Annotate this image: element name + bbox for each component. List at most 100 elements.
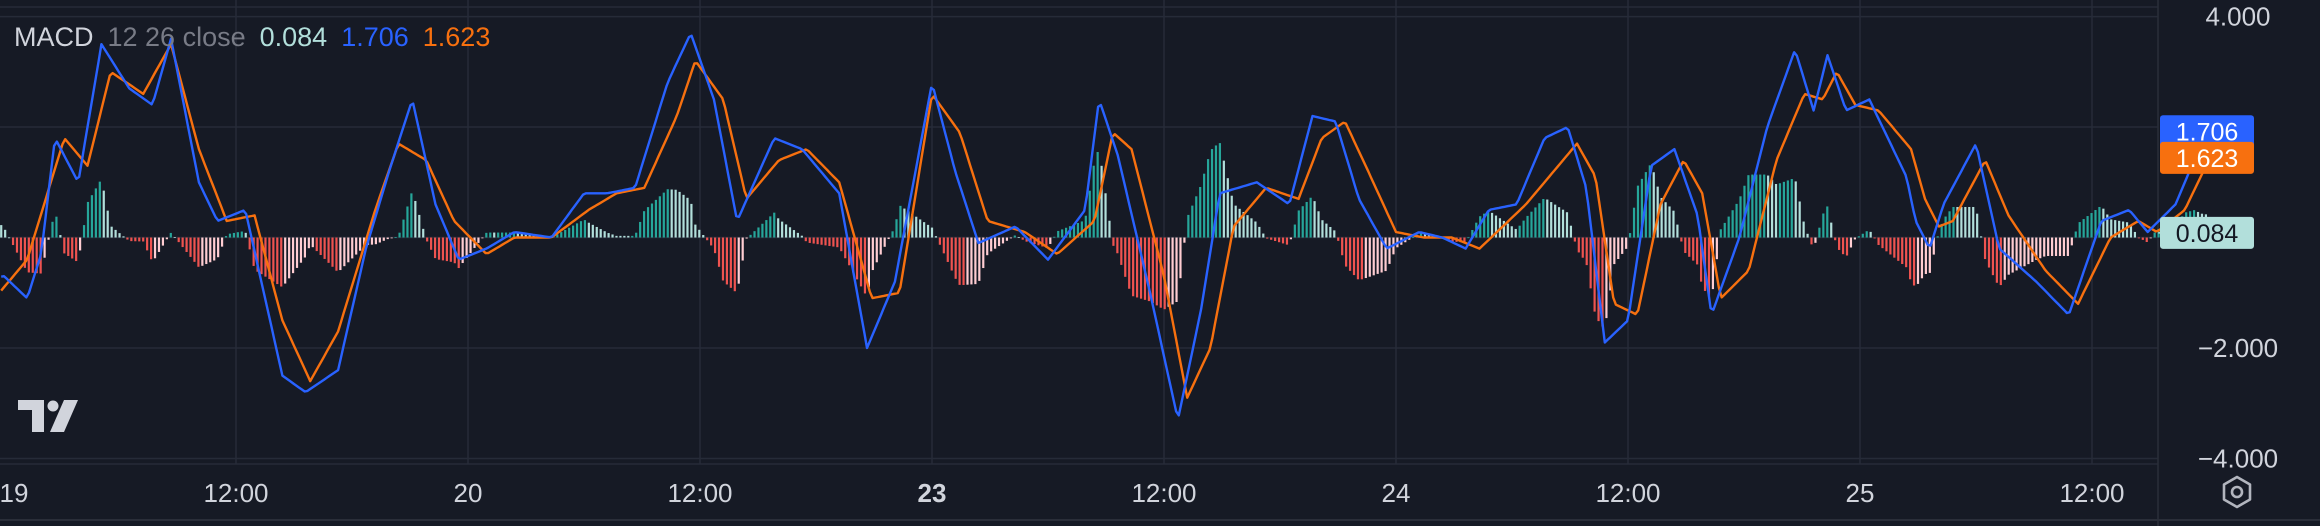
histogram-bar <box>122 236 125 238</box>
histogram-bar <box>919 219 922 238</box>
histogram-bar <box>568 227 571 238</box>
y-tick-label: −4.000 <box>2198 443 2278 473</box>
histogram-bar <box>1001 237 1005 244</box>
histogram-bar <box>2047 237 2050 256</box>
histogram-bar <box>1412 237 1415 239</box>
histogram-bar <box>165 237 168 240</box>
histogram-bar <box>753 231 756 238</box>
histogram-bar <box>1802 221 1805 238</box>
x-tick-label: 20 <box>454 478 483 508</box>
histogram-bar <box>1991 237 1995 276</box>
histogram-bar <box>1262 233 1265 238</box>
histogram-bar <box>2129 225 2133 238</box>
histogram-bar <box>1565 212 1569 238</box>
histogram-bar <box>1794 181 1797 238</box>
histogram-bar <box>224 236 228 238</box>
histogram-bar <box>1526 215 1529 238</box>
histogram-bar <box>1798 201 1801 238</box>
histogram-bar <box>82 225 86 238</box>
histogram-bar <box>1305 201 1308 238</box>
x-tick-label: 12:00 <box>2059 478 2124 508</box>
histogram-bar <box>209 237 212 263</box>
histogram-bar <box>1920 237 1924 279</box>
histogram-bar <box>1581 237 1584 258</box>
histogram-bar <box>161 237 165 246</box>
histogram-bar <box>729 237 732 288</box>
histogram-bar <box>1356 237 1360 280</box>
histogram-bar <box>1195 196 1198 238</box>
histogram-bar <box>1790 179 1793 238</box>
histogram-bar <box>1510 226 1513 238</box>
histogram-bar <box>891 231 894 238</box>
histogram-bar <box>587 222 590 238</box>
histogram <box>0 143 2215 327</box>
macd-chart[interactable]: 4.000 −2.000 −4.000 19 12:00 20 12:00 23 12:00 2… <box>0 0 2320 526</box>
histogram-bar <box>962 237 965 285</box>
histogram-bar <box>1987 237 1991 268</box>
histogram-bar <box>189 237 192 257</box>
histogram-bar <box>717 237 721 267</box>
histogram-bar <box>1104 193 1107 238</box>
histogram-bar <box>288 237 291 279</box>
histogram-bar <box>1490 212 1494 238</box>
histogram-bar <box>867 237 870 288</box>
histogram-bar <box>1573 237 1576 242</box>
histogram-bar <box>828 237 831 246</box>
histogram-bar <box>1522 220 1525 238</box>
histogram-bar <box>1053 236 1056 238</box>
histogram-bar <box>197 237 200 267</box>
histogram-bar <box>915 216 918 238</box>
histogram-bar <box>1266 237 1269 239</box>
histogram-bar <box>2027 237 2030 265</box>
histogram-bar <box>1696 237 1699 265</box>
histogram-bar <box>1897 237 1900 261</box>
histogram-bar <box>1865 231 1868 238</box>
histogram-bar <box>2090 213 2093 238</box>
histogram-bar <box>1285 237 1289 245</box>
histogram-bar <box>2082 219 2085 238</box>
histogram-bar <box>1936 236 1939 238</box>
histogram-bar <box>1893 237 1896 258</box>
histogram-bar <box>181 237 184 248</box>
histogram-bar <box>1668 206 1671 238</box>
histogram-bar <box>1636 185 1640 238</box>
histogram-bar <box>126 237 129 240</box>
histogram-bar <box>1321 220 1324 238</box>
histogram-bar <box>1238 208 1241 238</box>
histogram-bar <box>1853 237 1856 240</box>
histogram-bar <box>591 224 594 238</box>
histogram-bar <box>406 206 409 238</box>
histogram-bar <box>217 237 220 258</box>
histogram-bar <box>4 229 7 238</box>
gear-icon[interactable] <box>2220 475 2254 514</box>
histogram-bar <box>1976 213 1979 238</box>
histogram-bar <box>1080 221 1083 238</box>
histogram-bar <box>1735 203 1738 238</box>
histogram-bar <box>445 237 448 262</box>
histogram-bar <box>94 188 97 238</box>
histogram-bar <box>2153 232 2156 238</box>
histogram-bar <box>1538 203 1541 238</box>
indicator-legend[interactable]: MACD 12 26 close 0.084 1.706 1.623 <box>14 22 490 53</box>
histogram-bar <box>1270 237 1273 240</box>
histogram-bar <box>662 192 665 238</box>
tradingview-logo-icon[interactable] <box>18 400 80 439</box>
histogram-bar <box>623 235 626 238</box>
histogram-bar <box>710 237 713 246</box>
histogram-bar <box>1112 237 1115 246</box>
histogram-bar <box>299 237 303 263</box>
histogram-bar <box>781 221 784 238</box>
histogram-bar <box>899 205 902 238</box>
histogram-bar <box>666 189 669 238</box>
histogram-bar <box>291 237 295 274</box>
histogram-bar <box>990 237 993 252</box>
histogram-bar <box>1246 215 1249 238</box>
histogram-bar <box>571 225 575 238</box>
histogram-bar <box>2137 237 2140 239</box>
histogram-bar <box>832 237 835 247</box>
price-labels: 1.7061.6230.084 <box>2160 115 2254 249</box>
histogram-bar <box>871 237 874 271</box>
histogram-bar <box>1881 237 1884 249</box>
histogram-bar <box>970 237 973 285</box>
histogram-bar <box>1834 237 1837 241</box>
